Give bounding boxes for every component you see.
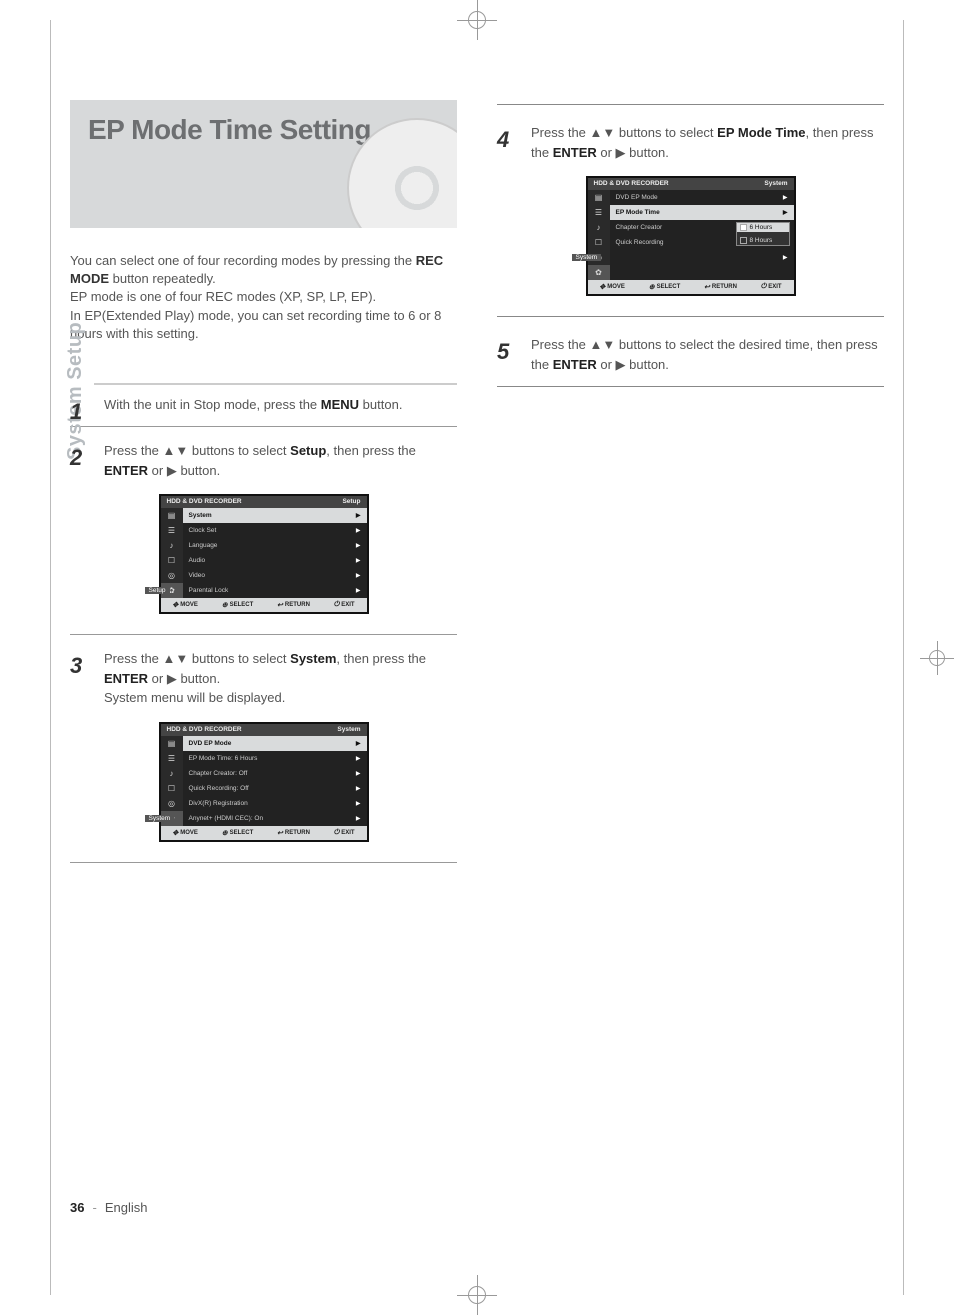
library-icon: ▤ xyxy=(161,508,183,523)
title-list-icon: ☰ xyxy=(161,523,183,538)
language-label: English xyxy=(105,1200,148,1215)
step-2: 2 Press the ▲▼ buttons to select Setup, … xyxy=(70,441,457,480)
disc-mgr-icon: ◎ xyxy=(161,568,183,583)
step-3: 3 Press the ▲▼ buttons to select System,… xyxy=(70,649,457,708)
step-1: 1 With the unit in Stop mode, press the … xyxy=(70,395,457,415)
intro-text: You can select one of four recording mod… xyxy=(70,252,457,343)
step-4: 4 Press the ▲▼ buttons to select EP Mode… xyxy=(497,123,884,162)
page-footer: 36 - English xyxy=(70,1200,147,1215)
osd-screenshot-3: HDD & DVD RECORDER System ▤ ☰ ♪ ☐ ◎ ✿ xyxy=(586,176,796,296)
title-block: EP Mode Time Setting xyxy=(70,100,457,228)
photo-icon: ☐ xyxy=(161,553,183,568)
page-number: 36 xyxy=(70,1200,84,1215)
side-tab: System Setup xyxy=(64,322,87,460)
music-icon: ♪ xyxy=(161,538,183,553)
osd-screenshot-1: HDD & DVD RECORDER Setup ▤ ☰ ♪ ☐ ◎ ✿ xyxy=(159,494,369,614)
step-5: 5 Press the ▲▼ buttons to select the des… xyxy=(497,335,884,374)
osd-screenshot-2: HDD & DVD RECORDER System ▤ ☰ ♪ ☐ ◎ ✿ xyxy=(159,722,369,842)
